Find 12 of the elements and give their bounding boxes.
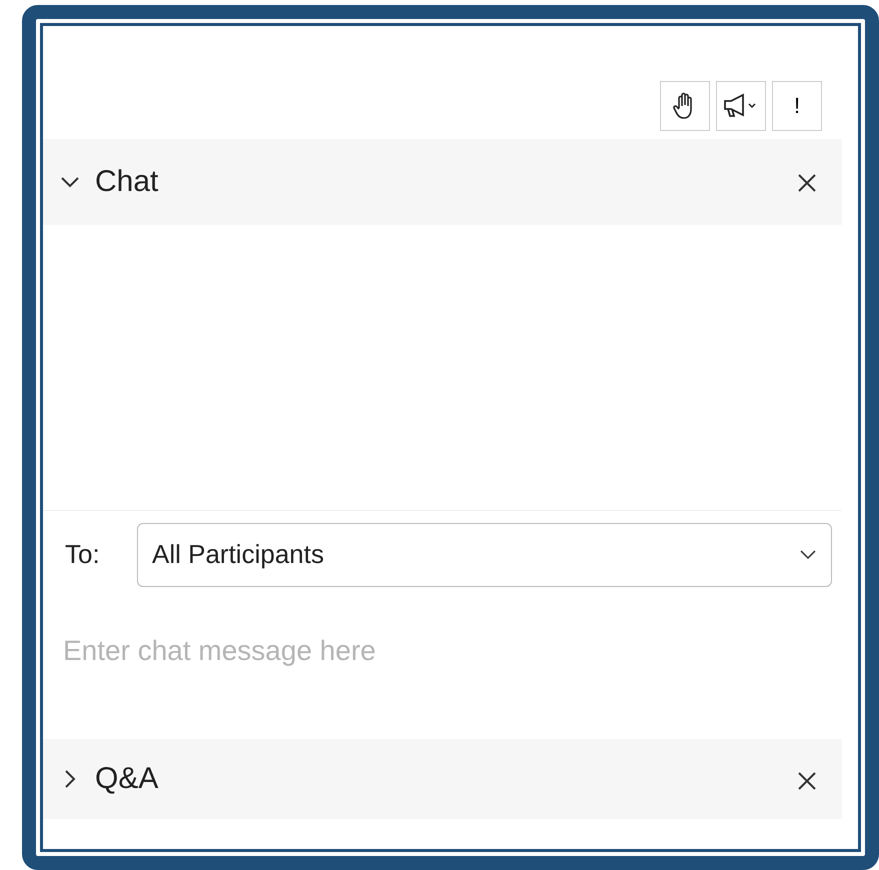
megaphone-button[interactable] xyxy=(716,80,766,131)
section-header[interactable]: Chat xyxy=(43,138,842,225)
recipient-dropdown[interactable]: All Participants xyxy=(137,522,832,587)
section-title: Q&A xyxy=(95,761,158,798)
section-header[interactable]: Q&A xyxy=(43,738,842,819)
raise-hand-button[interactable] xyxy=(660,80,710,131)
close-icon xyxy=(796,172,818,194)
close-icon xyxy=(796,770,818,792)
section-title: Chat xyxy=(95,164,158,200)
alert-button[interactable]: ! xyxy=(772,80,822,131)
to-label: To: xyxy=(65,538,101,572)
chevron-down-icon xyxy=(799,548,817,561)
